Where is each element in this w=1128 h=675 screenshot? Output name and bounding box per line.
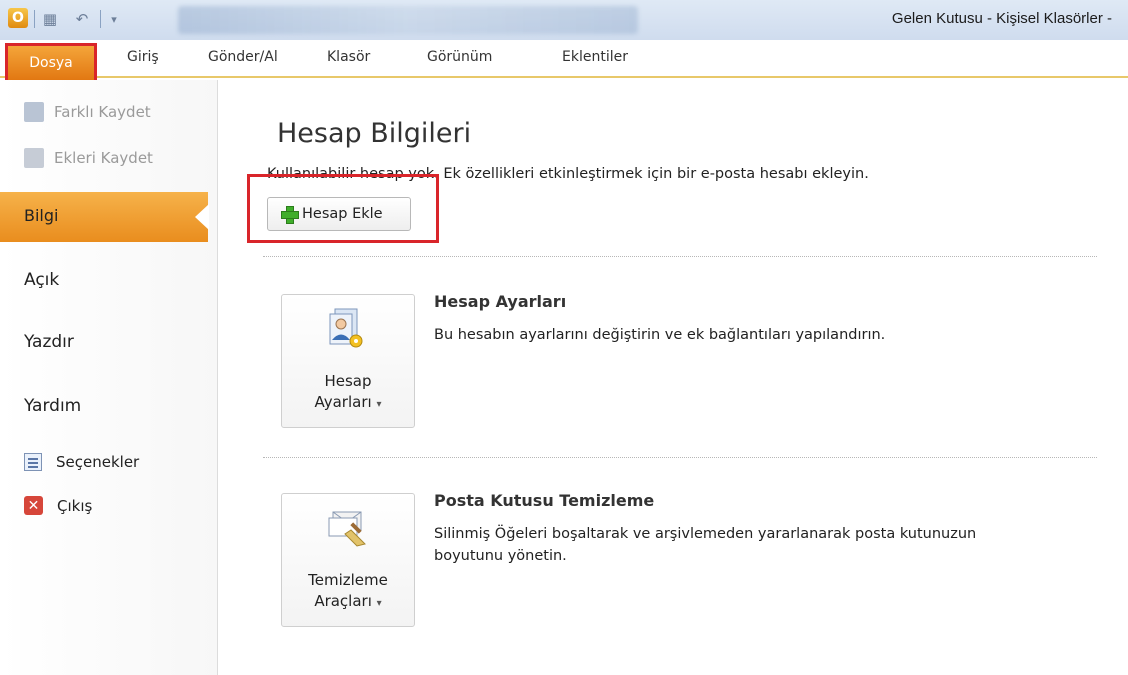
nav-save-attachments[interactable]: Ekleri Kaydet bbox=[24, 148, 153, 168]
nav-save-as[interactable]: Farklı Kaydet bbox=[24, 102, 151, 122]
cleanup-tools-icon bbox=[328, 511, 366, 547]
cleanup-tools-line1: Temizleme bbox=[308, 571, 388, 589]
nav-save-as-label: Farklı Kaydet bbox=[54, 103, 151, 121]
customize-icon[interactable]: ▾ bbox=[104, 9, 124, 29]
options-icon bbox=[24, 453, 42, 471]
nav-item-cikis[interactable]: ✕ Çıkış bbox=[24, 496, 92, 515]
account-settings-button[interactable]: Hesap Ayarları ▾ bbox=[281, 294, 415, 428]
toolbar-separator bbox=[34, 10, 35, 28]
account-settings-icon bbox=[329, 308, 363, 348]
toolbar-separator bbox=[100, 10, 101, 28]
blurred-title-region bbox=[178, 6, 638, 34]
nav-item-yazdir[interactable]: Yazdır bbox=[24, 332, 74, 352]
account-info-panel: Hesap Bilgileri Kullanılabilir hesap yok… bbox=[219, 80, 1128, 675]
divider bbox=[263, 256, 1097, 257]
save-icon[interactable]: ▦ bbox=[40, 9, 60, 29]
window-title: Gelen Kutusu - Kişisel Klasörler - bbox=[891, 10, 1112, 27]
tab-eklentiler[interactable]: Eklentiler bbox=[562, 49, 628, 65]
nav-item-bilgi[interactable]: Bilgi bbox=[0, 192, 209, 242]
tab-gorunum[interactable]: Görünüm bbox=[427, 49, 492, 65]
exit-icon: ✕ bbox=[24, 496, 43, 515]
chevron-down-icon: ▾ bbox=[376, 399, 382, 410]
mailbox-cleanup-description: Silinmiş Öğeleri boşaltarak ve arşivleme… bbox=[434, 526, 977, 564]
nav-item-secenekler[interactable]: Seçenekler bbox=[24, 453, 139, 471]
chevron-down-icon: ▾ bbox=[376, 598, 382, 609]
cleanup-tools-line2: Araçları ▾ bbox=[282, 591, 414, 614]
divider bbox=[263, 457, 1097, 458]
account-settings-line2-text: Ayarları bbox=[314, 393, 372, 411]
cleanup-tools-button[interactable]: Temizleme Araçları ▾ bbox=[281, 493, 415, 627]
nav-save-attachments-label: Ekleri Kaydet bbox=[54, 149, 153, 167]
dosya-highlight-box bbox=[5, 43, 97, 83]
cleanup-tools-line2-text: Araçları bbox=[314, 592, 372, 610]
save-as-icon bbox=[24, 102, 44, 122]
tab-giris[interactable]: Giriş bbox=[127, 49, 159, 65]
tab-gonder-al[interactable]: Gönder/Al bbox=[208, 49, 278, 65]
add-account-highlight-box bbox=[247, 174, 439, 243]
nav-item-bilgi-label: Bilgi bbox=[24, 206, 59, 225]
ribbon-tabs: Giriş Gönder/Al Klasör Görünüm Eklentile… bbox=[0, 40, 1128, 78]
nav-item-yardim[interactable]: Yardım bbox=[24, 396, 81, 416]
nav-item-cikis-label: Çıkış bbox=[57, 496, 93, 515]
title-bar: O ▦ ↶ ▾ Gelen Kutusu - Kişisel Klasörler… bbox=[0, 0, 1128, 40]
save-attachments-icon bbox=[24, 148, 44, 168]
mailbox-cleanup-heading: Posta Kutusu Temizleme bbox=[434, 491, 655, 510]
page-title: Hesap Bilgileri bbox=[277, 118, 472, 149]
outlook-logo-icon[interactable]: O bbox=[8, 8, 28, 28]
account-settings-description: Bu hesabın ayarlarını değiştirin ve ek b… bbox=[434, 327, 886, 343]
backstage-nav: Farklı Kaydet Ekleri Kaydet Bilgi Açık Y… bbox=[0, 80, 218, 675]
nav-item-acik[interactable]: Açık bbox=[24, 270, 59, 290]
undo-icon[interactable]: ↶ bbox=[72, 9, 92, 29]
tab-klasor[interactable]: Klasör bbox=[327, 49, 370, 65]
nav-item-secenekler-label: Seçenekler bbox=[56, 453, 140, 471]
account-settings-heading: Hesap Ayarları bbox=[434, 292, 567, 311]
account-settings-line1: Hesap bbox=[324, 372, 372, 390]
account-settings-line2: Ayarları ▾ bbox=[282, 392, 414, 415]
